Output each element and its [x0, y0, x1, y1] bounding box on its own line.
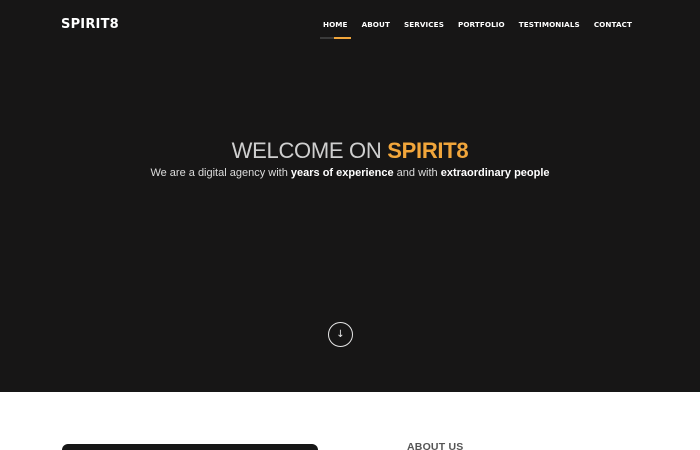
- nav-item-services[interactable]: SERVICES: [397, 20, 451, 29]
- nav-item-portfolio[interactable]: PORTFOLIO: [451, 20, 512, 29]
- about-section: ABOUT US: [0, 392, 700, 450]
- nav-item-contact[interactable]: CONTACT: [587, 20, 639, 29]
- hero-subtitle-part1: We are a digital agency with: [150, 167, 291, 179]
- arrow-down-icon: ↓: [336, 328, 345, 340]
- hero-subtitle-part2: and with: [393, 167, 441, 179]
- hero-title: WELCOME ON SPIRIT8: [0, 138, 700, 164]
- hero-subtitle-bold1: years of experience: [290, 167, 394, 179]
- brand-logo[interactable]: SPIRIT8: [61, 17, 119, 32]
- nav-item-testimonials[interactable]: TESTIMONIALS: [512, 20, 587, 29]
- about-heading: ABOUT US: [407, 441, 464, 450]
- hero-section: SPIRIT8 HOME ABOUT SERVICES PORTFOLIO TE…: [0, 0, 700, 392]
- video-player[interactable]: [62, 444, 318, 450]
- nav-item-home[interactable]: HOME: [316, 20, 355, 39]
- main-nav: HOME ABOUT SERVICES PORTFOLIO TESTIMONIA…: [316, 20, 639, 39]
- nav-item-about[interactable]: ABOUT: [355, 20, 397, 29]
- hero-subtitle-bold2: extraordinary people: [440, 167, 550, 179]
- hero-title-accent: SPIRIT8: [387, 138, 469, 163]
- hero-subtitle: We are a digital agency with years of ex…: [0, 167, 700, 179]
- scroll-down-button[interactable]: ↓: [328, 322, 353, 347]
- hero-title-prefix: WELCOME ON: [231, 138, 388, 163]
